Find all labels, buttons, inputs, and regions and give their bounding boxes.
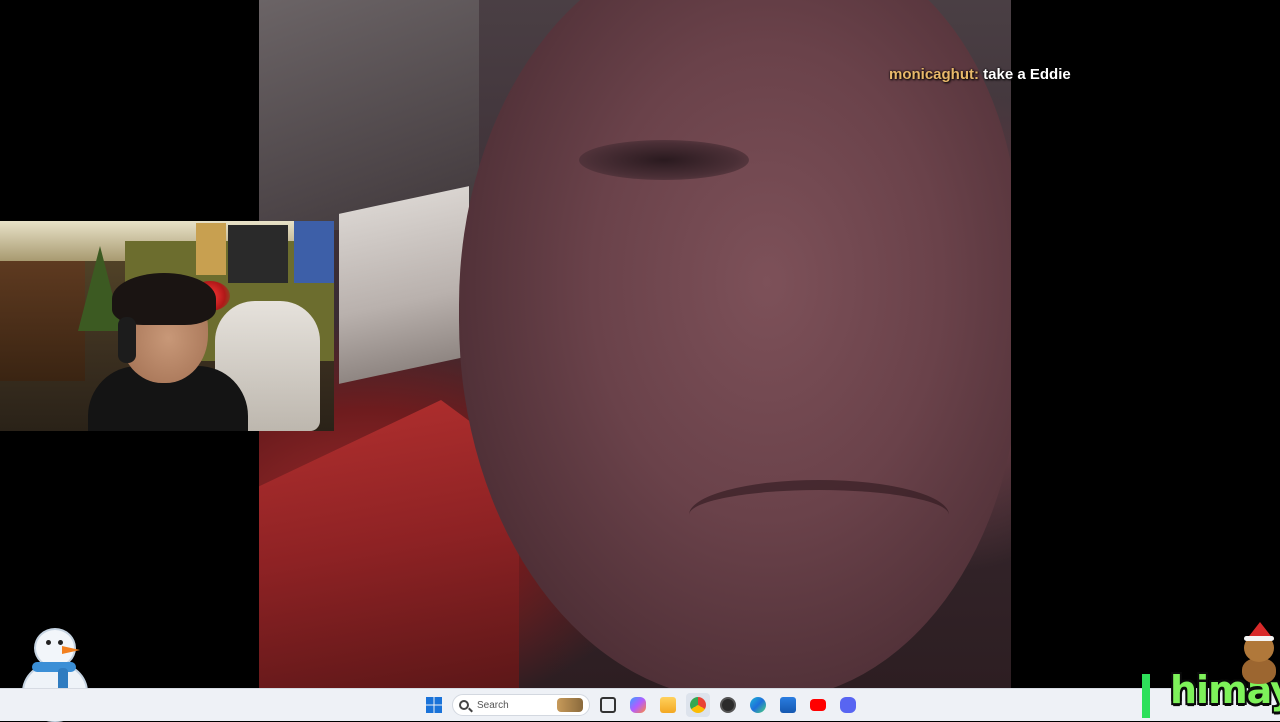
closeup-eye [579, 140, 749, 180]
wall-poster [228, 225, 288, 283]
youtube-icon [810, 699, 826, 711]
headset-icon [118, 317, 136, 363]
discord-button[interactable] [836, 693, 860, 717]
chrome-button[interactable] [686, 693, 710, 717]
closeup-face [459, 0, 1011, 688]
chat-message: monicaghut: take a Eddie [889, 66, 1071, 83]
closeup-mouth [689, 480, 949, 550]
wall-poster [196, 223, 226, 275]
taskbar-search-box[interactable]: Search [452, 694, 590, 716]
windows-taskbar: Search [0, 688, 1280, 721]
microsoft-store-icon [780, 697, 796, 713]
windows-start-button[interactable] [422, 693, 446, 717]
search-highlight-icon [557, 698, 583, 712]
windows-start-icon [426, 697, 442, 713]
discord-icon [840, 697, 856, 713]
webcam-shelf [0, 261, 85, 381]
file-explorer-icon [660, 697, 676, 713]
streamer-webcam [0, 221, 334, 431]
obs-button[interactable] [716, 693, 740, 717]
copilot-button[interactable] [626, 693, 650, 717]
search-placeholder: Search [477, 699, 509, 711]
edge-icon [750, 697, 766, 713]
logo-accent-bar [1142, 674, 1150, 718]
main-video-feed [259, 0, 1011, 688]
microsoft-store-button[interactable] [776, 693, 800, 717]
edge-button[interactable] [746, 693, 770, 717]
youtube-button[interactable] [806, 693, 830, 717]
chat-text: take a Eddie [983, 66, 1071, 83]
taskbar-apps: Search [422, 693, 860, 717]
task-view-icon [600, 697, 616, 713]
wall-poster [294, 221, 334, 283]
file-explorer-button[interactable] [656, 693, 680, 717]
chrome-icon [690, 697, 706, 713]
search-icon [459, 700, 469, 710]
chat-username: monicaghut: [889, 66, 979, 83]
task-view-button[interactable] [596, 693, 620, 717]
background-shelf [339, 186, 469, 384]
obs-icon [720, 697, 736, 713]
copilot-icon [630, 697, 646, 713]
teddy-bear-icon [1238, 622, 1280, 684]
